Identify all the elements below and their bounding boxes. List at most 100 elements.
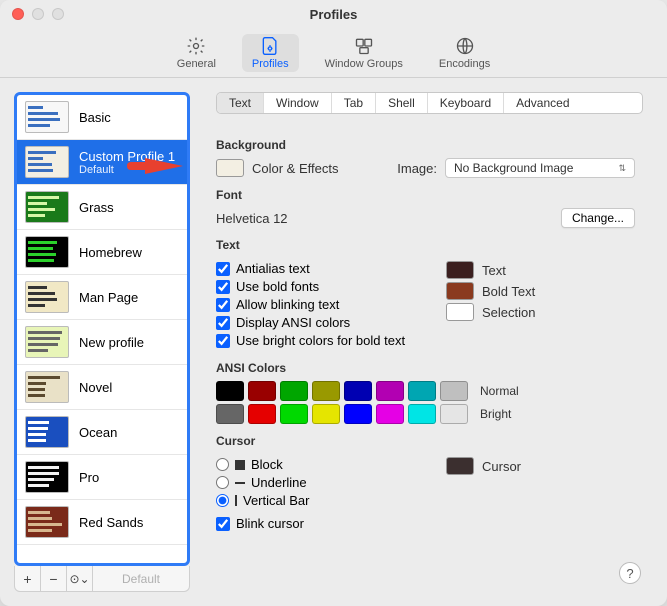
- tab-text[interactable]: Text: [217, 93, 264, 113]
- tab-window[interactable]: Window: [264, 93, 332, 113]
- remove-button[interactable]: −: [41, 566, 67, 591]
- checkbox-antialias-text[interactable]: Antialias text: [216, 261, 436, 276]
- profile-row-grass[interactable]: Grass: [17, 185, 187, 230]
- settings-scroll[interactable]: Background Color & Effects Image: No Bac…: [206, 114, 653, 592]
- cursor-color-swatch[interactable]: [446, 457, 474, 475]
- toolbar: General Profiles Window Groups Encodings: [0, 28, 667, 78]
- sidebar-footer: + − ⊙⌄ Default: [14, 566, 190, 592]
- close-icon[interactable]: [12, 8, 24, 20]
- checkbox-input[interactable]: [216, 316, 230, 330]
- ansi-color-swatch[interactable]: [248, 404, 276, 424]
- ellipsis-circle-icon: ⊙⌄: [69, 572, 89, 586]
- checkbox-input[interactable]: [216, 517, 230, 531]
- background-image-select[interactable]: No Background Image ⇅: [445, 158, 635, 178]
- profile-row-custom-profile-1[interactable]: Custom Profile 1Default: [17, 140, 187, 185]
- ansi-color-swatch[interactable]: [216, 381, 244, 401]
- profile-name: Man Page: [79, 290, 138, 305]
- tab-advanced[interactable]: Advanced: [504, 93, 581, 113]
- profile-row-basic[interactable]: Basic: [17, 95, 187, 140]
- profile-row-novel[interactable]: Novel: [17, 365, 187, 410]
- ansi-color-swatch[interactable]: [216, 404, 244, 424]
- checkbox-use-bold-fonts[interactable]: Use bold fonts: [216, 279, 436, 294]
- section-font-title: Font: [216, 188, 635, 202]
- ansi-row-label: Bright: [480, 407, 511, 421]
- image-label: Image:: [397, 161, 437, 176]
- profile-name: Pro: [79, 470, 99, 485]
- ansi-color-swatch[interactable]: [280, 404, 308, 424]
- checkbox-input[interactable]: [216, 334, 230, 348]
- ansi-color-swatch[interactable]: [248, 381, 276, 401]
- swatch-label: Selection: [482, 305, 535, 320]
- change-font-button[interactable]: Change...: [561, 208, 635, 228]
- titlebar: Profiles: [0, 0, 667, 28]
- background-row: Color & Effects Image: No Background Ima…: [216, 158, 635, 178]
- cursor-two-column: BlockUnderlineVertical BarBlink cursor C…: [216, 454, 635, 534]
- ansi-color-swatch[interactable]: [312, 381, 340, 401]
- checkbox-blink-cursor[interactable]: Blink cursor: [216, 516, 436, 531]
- checkbox-input[interactable]: [216, 262, 230, 276]
- checkbox-use-bright-colors-for-bold-text[interactable]: Use bright colors for bold text: [216, 333, 436, 348]
- minimize-icon[interactable]: [32, 8, 44, 20]
- profile-row-new-profile[interactable]: New profile: [17, 320, 187, 365]
- checkbox-display-ansi-colors[interactable]: Display ANSI colors: [216, 315, 436, 330]
- toolbar-item-general[interactable]: General: [167, 34, 226, 72]
- ansi-color-swatch[interactable]: [408, 381, 436, 401]
- ansi-color-swatch[interactable]: [408, 404, 436, 424]
- checkbox-label: Display ANSI colors: [236, 315, 350, 330]
- tab-tab[interactable]: Tab: [332, 93, 376, 113]
- profile-row-red-sands[interactable]: Red Sands: [17, 500, 187, 545]
- window-title: Profiles: [0, 7, 667, 22]
- toolbar-item-profiles[interactable]: Profiles: [242, 34, 299, 72]
- radio-cursor-block[interactable]: Block: [216, 457, 436, 472]
- tab-shell[interactable]: Shell: [376, 93, 428, 113]
- ansi-color-swatch[interactable]: [376, 404, 404, 424]
- ansi-color-swatch[interactable]: [440, 404, 468, 424]
- tab-keyboard[interactable]: Keyboard: [428, 93, 504, 113]
- section-text-title: Text: [216, 238, 635, 252]
- profile-thumbnail: [25, 146, 69, 178]
- checkbox-label: Antialias text: [236, 261, 310, 276]
- text-swatch-row: Text: [446, 261, 635, 279]
- radio-label: Underline: [251, 475, 307, 490]
- profile-row-homebrew[interactable]: Homebrew: [17, 230, 187, 275]
- profile-name: New profile: [79, 335, 144, 350]
- checkbox-allow-blinking-text[interactable]: Allow blinking text: [216, 297, 436, 312]
- radio-cursor-underline[interactable]: Underline: [216, 475, 436, 490]
- ansi-color-swatch[interactable]: [312, 404, 340, 424]
- zoom-icon[interactable]: [52, 8, 64, 20]
- text-swatch-row: Bold Text: [446, 282, 635, 300]
- ansi-color-swatch[interactable]: [440, 381, 468, 401]
- ansi-color-swatch[interactable]: [344, 404, 372, 424]
- color-swatch[interactable]: [446, 261, 474, 279]
- ansi-color-swatch[interactable]: [280, 381, 308, 401]
- radio-input[interactable]: [216, 458, 229, 471]
- profile-name: Ocean: [79, 425, 117, 440]
- windows-icon: [354, 36, 374, 56]
- toolbar-label: Profiles: [252, 58, 289, 70]
- profile-name: Red Sands: [79, 515, 143, 530]
- ansi-color-swatch[interactable]: [344, 381, 372, 401]
- radio-input[interactable]: [216, 476, 229, 489]
- profile-row-pro[interactable]: Pro: [17, 455, 187, 500]
- add-button[interactable]: +: [15, 566, 41, 591]
- radio-input[interactable]: [216, 494, 229, 507]
- color-swatch[interactable]: [446, 303, 474, 321]
- profile-row-man-page[interactable]: Man Page: [17, 275, 187, 320]
- radio-label: Vertical Bar: [243, 493, 309, 508]
- ansi-color-swatch[interactable]: [376, 381, 404, 401]
- toolbar-item-window-groups[interactable]: Window Groups: [315, 34, 413, 72]
- radio-cursor-vertical-bar[interactable]: Vertical Bar: [216, 493, 436, 508]
- profile-thumbnail: [25, 281, 69, 313]
- checkbox-input[interactable]: [216, 280, 230, 294]
- checkbox-input[interactable]: [216, 298, 230, 312]
- checkbox-label: Use bold fonts: [236, 279, 319, 294]
- action-menu-button[interactable]: ⊙⌄: [67, 566, 93, 591]
- toolbar-item-encodings[interactable]: Encodings: [429, 34, 500, 72]
- help-button[interactable]: ?: [619, 562, 641, 584]
- background-color-swatch[interactable]: [216, 159, 244, 177]
- profile-list[interactable]: BasicCustom Profile 1DefaultGrassHomebre…: [14, 92, 190, 566]
- profile-row-ocean[interactable]: Ocean: [17, 410, 187, 455]
- profile-subtitle: Default: [79, 164, 175, 176]
- default-button[interactable]: Default: [93, 566, 189, 591]
- color-swatch[interactable]: [446, 282, 474, 300]
